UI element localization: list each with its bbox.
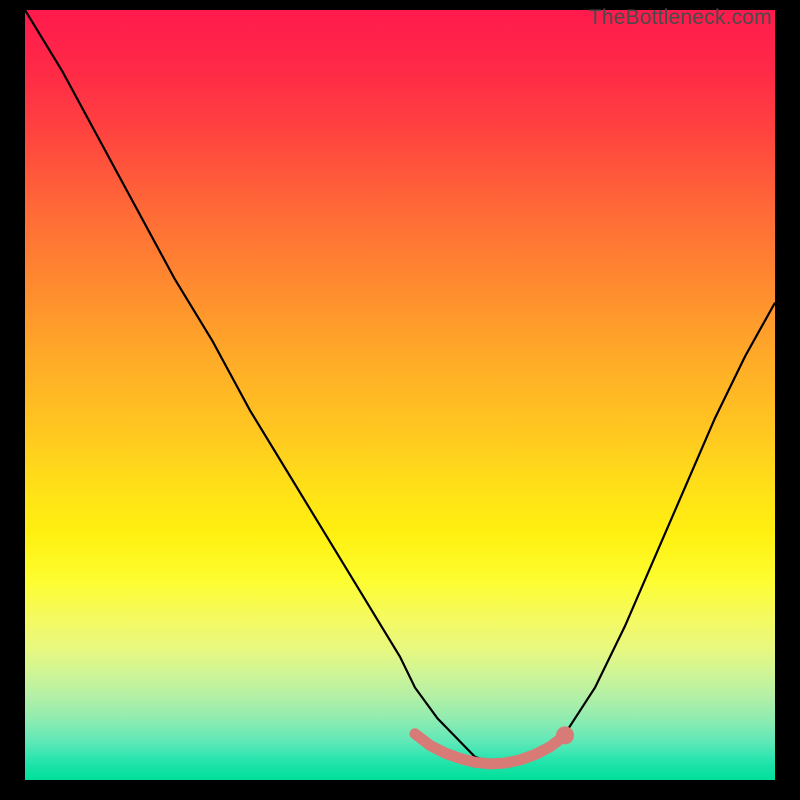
bottleneck-curve (25, 10, 775, 765)
optimal-point-marker (556, 726, 574, 744)
curve-svg (25, 10, 775, 780)
watermark-text: TheBottleneck.com (589, 6, 772, 30)
bottleneck-chart: TheBottleneck.com (0, 0, 800, 800)
optimal-zone-highlight (415, 734, 565, 764)
plot-area (25, 10, 775, 780)
